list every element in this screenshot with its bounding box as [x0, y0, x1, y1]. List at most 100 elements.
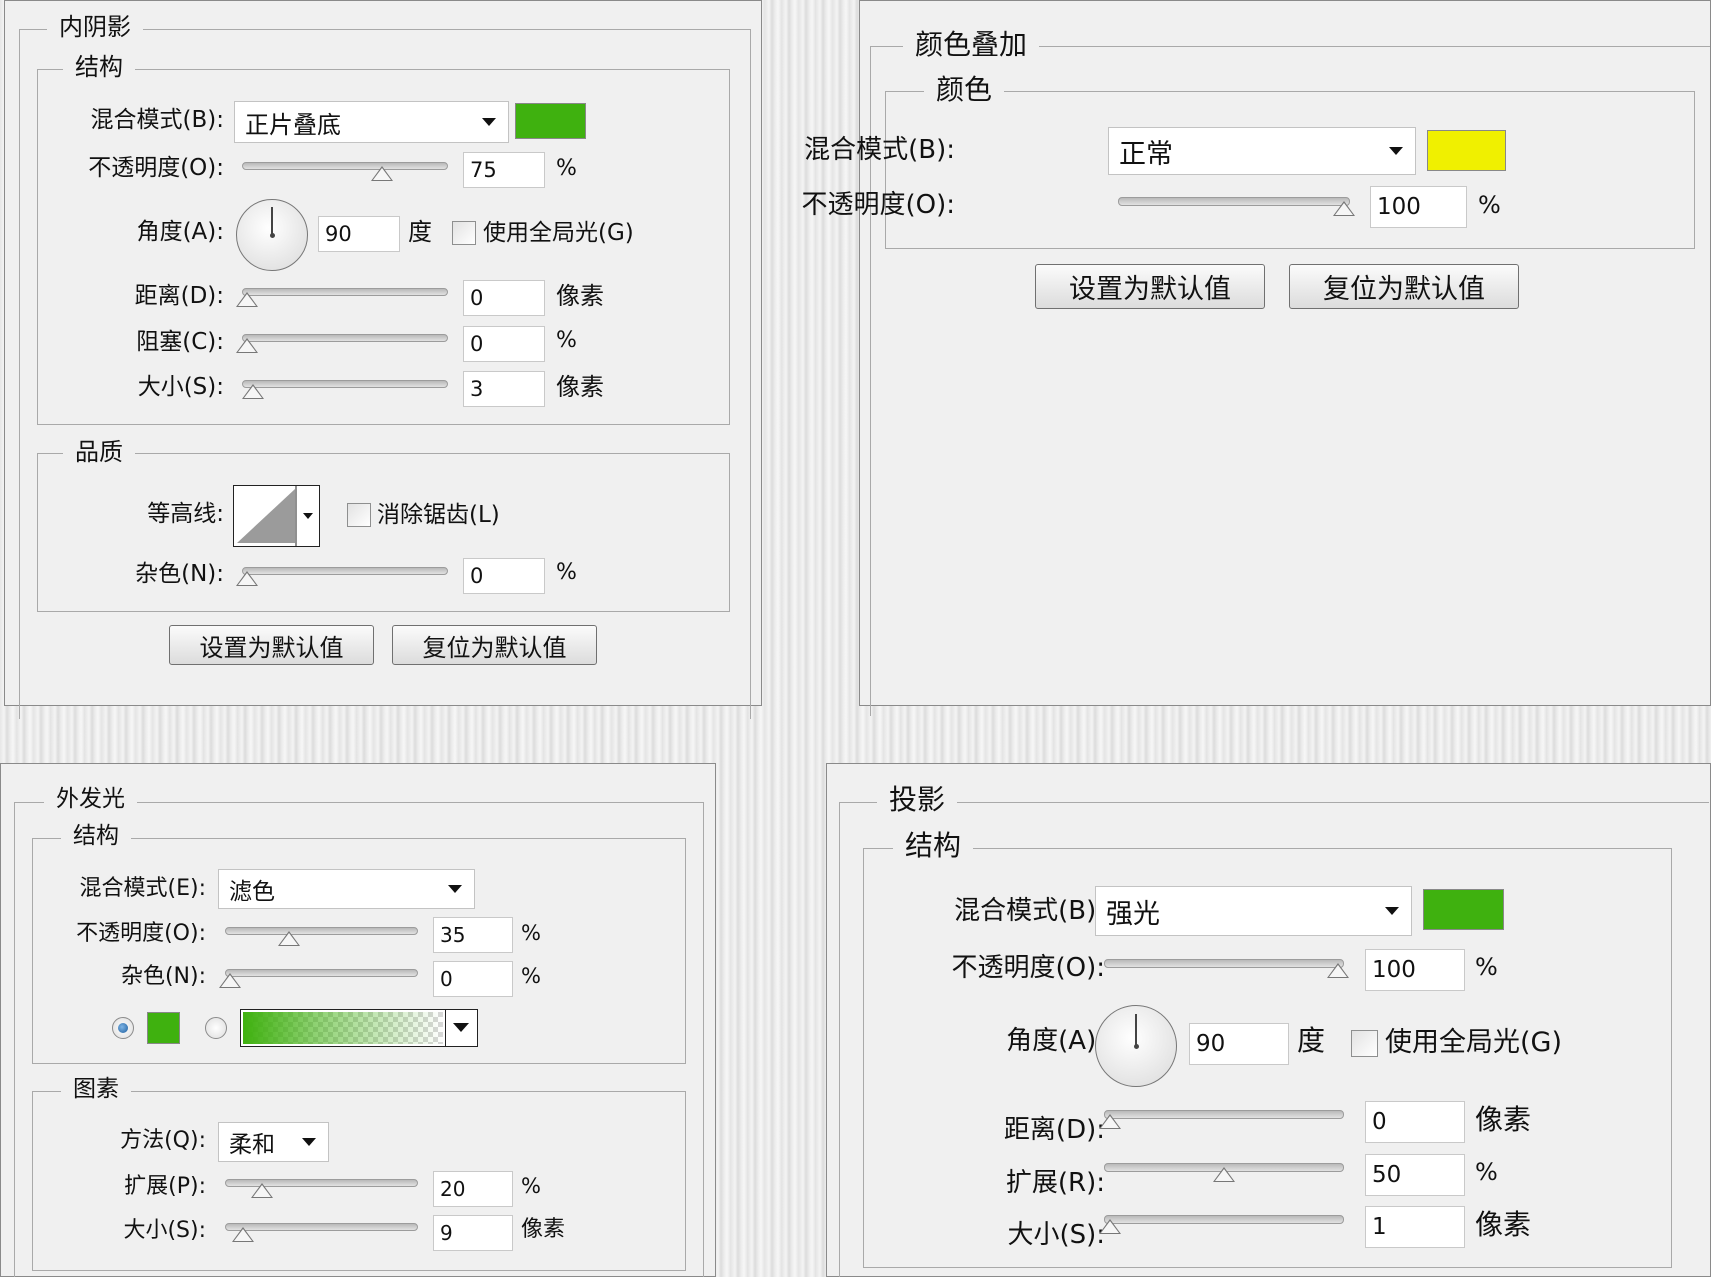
outer-glow-noise-slider[interactable]	[218, 969, 418, 988]
slider-thumb[interactable]	[1098, 1219, 1121, 1234]
outer-glow-spread-label: 扩展(P):	[124, 1174, 206, 1199]
inner-shadow-blend-select[interactable]: 正片叠底	[234, 101, 509, 143]
slider-thumb[interactable]	[218, 973, 241, 988]
inner-shadow-distance-slider[interactable]	[236, 288, 448, 307]
outer-glow-technique-label: 方法(Q):	[120, 1128, 206, 1153]
color-overlay-opacity-input[interactable]: 100	[1370, 186, 1467, 228]
slider-thumb[interactable]	[251, 1183, 274, 1198]
slider-thumb[interactable]	[1213, 1167, 1235, 1182]
outer-glow-opacity-input[interactable]: 35	[433, 917, 513, 953]
color-overlay-color-legend: 颜色	[924, 76, 1005, 104]
slider-thumb[interactable]	[236, 338, 259, 353]
outer-glow-size-input[interactable]: 9	[433, 1215, 513, 1251]
drop-shadow-global-light-checkbox[interactable]	[1351, 1030, 1378, 1057]
drop-shadow-distance-input[interactable]: 0	[1365, 1101, 1465, 1143]
slider-thumb[interactable]	[1333, 201, 1356, 216]
slider-thumb[interactable]	[232, 1227, 255, 1242]
outer-glow-spread-slider[interactable]	[225, 1179, 418, 1198]
inner-shadow-reset-default-button[interactable]: 复位为默认值	[392, 625, 597, 665]
drop-shadow-angle-label: 角度(A):	[1006, 1026, 1105, 1056]
drop-shadow-spread-unit: %	[1475, 1158, 1498, 1186]
outer-glow-technique-select[interactable]: 柔和	[218, 1122, 329, 1162]
slider-thumb[interactable]	[236, 292, 259, 307]
slider-thumb[interactable]	[236, 571, 259, 586]
outer-glow-size-label: 大小(S):	[123, 1218, 206, 1243]
inner-shadow-size-slider[interactable]	[242, 380, 448, 399]
drop-shadow-angle-dial[interactable]	[1095, 1005, 1177, 1087]
color-overlay-set-default-button[interactable]: 设置为默认值	[1035, 264, 1265, 309]
drop-shadow-blend-label: 混合模式(B):	[954, 896, 1105, 926]
inner-shadow-choke-input[interactable]: 0	[463, 326, 545, 362]
inner-shadow-distance-input[interactable]: 0	[463, 280, 545, 316]
outer-glow-title: 外发光	[44, 788, 137, 811]
inner-shadow-quality-legend: 品质	[63, 440, 135, 464]
slider-thumb[interactable]	[370, 166, 393, 181]
drop-shadow-distance-slider[interactable]	[1098, 1110, 1344, 1129]
inner-shadow-antialias-label[interactable]: 消除锯齿(L)	[377, 504, 500, 527]
inner-shadow-noise-input[interactable]: 0	[463, 558, 545, 594]
color-overlay-blend-label: 混合模式(B):	[804, 135, 955, 165]
drop-shadow-size-slider[interactable]	[1098, 1215, 1344, 1234]
outer-glow-size-unit: 像素	[521, 1217, 566, 1242]
drop-shadow-blend-select[interactable]: 强光	[1095, 886, 1412, 936]
dial-center	[270, 233, 275, 238]
outer-glow-noise-unit: %	[521, 964, 541, 988]
drop-shadow-spread-slider[interactable]	[1104, 1163, 1344, 1182]
outer-glow-elements-legend: 图素	[61, 1078, 131, 1101]
slider-thumb[interactable]	[1327, 963, 1350, 978]
color-overlay-blend-select[interactable]: 正常	[1108, 127, 1416, 175]
outer-glow-opacity-slider[interactable]	[225, 927, 418, 946]
gradient-divider	[445, 1010, 446, 1046]
drop-shadow-spread-input[interactable]: 50	[1365, 1154, 1465, 1196]
inner-shadow-size-input[interactable]: 3	[463, 371, 545, 407]
outer-glow-opacity-label: 不透明度(O):	[76, 921, 206, 946]
inner-shadow-opacity-input[interactable]: 75	[463, 152, 545, 188]
outer-glow-blend-value: 滤色	[229, 879, 275, 905]
inner-shadow-choke-slider[interactable]	[236, 334, 448, 353]
inner-shadow-contour-picker[interactable]	[233, 485, 320, 547]
inner-shadow-angle-dial[interactable]	[236, 199, 308, 271]
color-overlay-title: 颜色叠加	[903, 31, 1040, 59]
inner-shadow-noise-label: 杂色(N):	[135, 561, 224, 587]
inner-shadow-global-light-label[interactable]: 使用全局光(G)	[483, 222, 634, 245]
slider-thumb[interactable]	[242, 384, 265, 399]
drop-shadow-panel: 投影 结构 混合模式(B): 强光 不透明度(O): 不透明度(O): 100 …	[826, 763, 1711, 1277]
inner-shadow-set-default-button[interactable]: 设置为默认值	[169, 625, 374, 665]
outer-glow-panel: 外发光 结构 混合模式(E): 滤色 不透明度(O): 35 % 杂色(N): …	[0, 763, 716, 1277]
outer-glow-blend-select[interactable]: 滤色	[218, 869, 475, 909]
color-overlay-reset-default-button[interactable]: 复位为默认值	[1289, 264, 1519, 309]
inner-shadow-size-label: 大小(S):	[137, 374, 224, 400]
outer-glow-noise-input[interactable]: 0	[433, 961, 513, 997]
outer-glow-spread-input[interactable]: 20	[433, 1171, 513, 1207]
inner-shadow-antialias-checkbox[interactable]	[347, 503, 371, 527]
drop-shadow-opacity-label: 不透明度(O):	[951, 953, 1105, 983]
color-overlay-opacity-slider[interactable]	[1118, 197, 1356, 216]
outer-glow-solid-color-radio[interactable]	[112, 1017, 134, 1039]
inner-shadow-contour-label: 等高线:	[147, 501, 224, 527]
inner-shadow-angle-input[interactable]: 90	[318, 216, 400, 252]
drop-shadow-angle-input[interactable]: 90	[1189, 1023, 1289, 1065]
outer-glow-gradient-picker[interactable]	[240, 1009, 478, 1047]
outer-glow-blend-label: 混合模式(E):	[79, 876, 206, 901]
slider-thumb[interactable]	[278, 931, 301, 946]
inner-shadow-color-swatch[interactable]	[515, 103, 586, 139]
drop-shadow-size-input[interactable]: 1	[1365, 1206, 1465, 1248]
outer-glow-color-swatch[interactable]	[147, 1012, 180, 1044]
outer-glow-size-slider[interactable]	[225, 1223, 418, 1242]
inner-shadow-choke-unit: %	[556, 328, 577, 353]
drop-shadow-color-swatch[interactable]	[1423, 889, 1504, 930]
color-overlay-color-swatch[interactable]	[1427, 130, 1506, 171]
drop-shadow-global-light-label[interactable]: 使用全局光(G)	[1385, 1029, 1562, 1056]
drop-shadow-opacity-unit: %	[1475, 953, 1498, 981]
slider-thumb[interactable]	[1098, 1114, 1121, 1129]
inner-shadow-noise-slider[interactable]	[236, 567, 448, 586]
chevron-down-icon	[302, 1138, 316, 1146]
outer-glow-gradient-radio[interactable]	[205, 1017, 227, 1039]
chevron-down-icon	[453, 1023, 469, 1032]
color-overlay-blend-value: 正常	[1119, 138, 1173, 170]
inner-shadow-opacity-slider[interactable]	[242, 162, 448, 181]
drop-shadow-opacity-input[interactable]: 100	[1365, 949, 1465, 991]
chevron-down-icon	[482, 118, 496, 126]
inner-shadow-global-light-checkbox[interactable]	[452, 221, 476, 245]
drop-shadow-opacity-slider[interactable]	[1104, 959, 1350, 978]
